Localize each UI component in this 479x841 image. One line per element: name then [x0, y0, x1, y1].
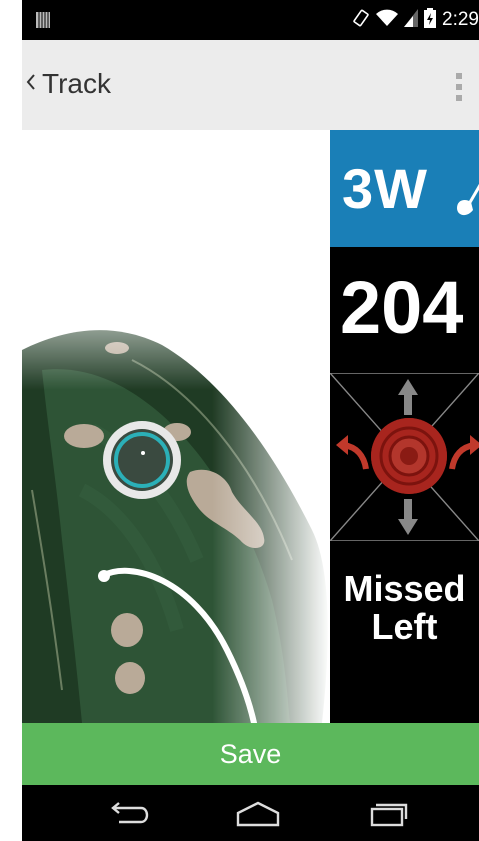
bunker [64, 424, 104, 448]
bunker [111, 613, 143, 647]
status-time: 2:29 [442, 9, 479, 30]
result-line-1: Missed [343, 568, 466, 609]
back-button[interactable]: Track [26, 62, 111, 106]
page-title: Track [42, 68, 111, 99]
shot-direction-selector[interactable] [330, 373, 479, 541]
club-label: 3W [342, 157, 428, 220]
curve-left-icon[interactable] [336, 435, 369, 470]
target-icon[interactable] [371, 418, 447, 494]
shot-result: Missed Left [330, 570, 479, 680]
recents-icon[interactable] [358, 799, 418, 829]
action-bar: Track [22, 40, 479, 130]
bunker [115, 662, 145, 694]
overflow-menu-icon[interactable] [453, 70, 465, 104]
save-button[interactable]: Save [22, 723, 479, 785]
target-ring[interactable] [103, 421, 181, 499]
distance-value: 204 [340, 266, 464, 349]
status-bar: 2:29 [22, 0, 479, 40]
curve-right-icon[interactable] [449, 435, 479, 470]
result-line-2: Left [371, 606, 438, 647]
phone-screen: 2:29 Track 3W 204 Missed Left Save [22, 0, 479, 841]
status-icons: 2:29 [352, 7, 479, 33]
battery-icon [424, 7, 437, 33]
arrow-down-icon[interactable] [398, 499, 418, 535]
shot-panel: 3W 204 Missed Left [330, 130, 479, 723]
signal-icon [404, 8, 419, 32]
club-selector[interactable]: 3W [330, 130, 479, 247]
golf-club-icon [455, 180, 479, 225]
ball-position [98, 570, 110, 582]
save-label: Save [219, 738, 282, 769]
wifi-icon [376, 9, 399, 32]
hole-map[interactable] [22, 130, 330, 723]
distance-display: 204 [330, 255, 479, 365]
rotate-icon [352, 8, 370, 33]
home-icon[interactable] [228, 799, 288, 829]
chevron-left-icon [26, 73, 36, 95]
navigation-bar [22, 785, 479, 841]
back-icon[interactable] [98, 799, 158, 829]
notification-icon [36, 12, 50, 28]
arrow-up-icon[interactable] [398, 379, 418, 415]
